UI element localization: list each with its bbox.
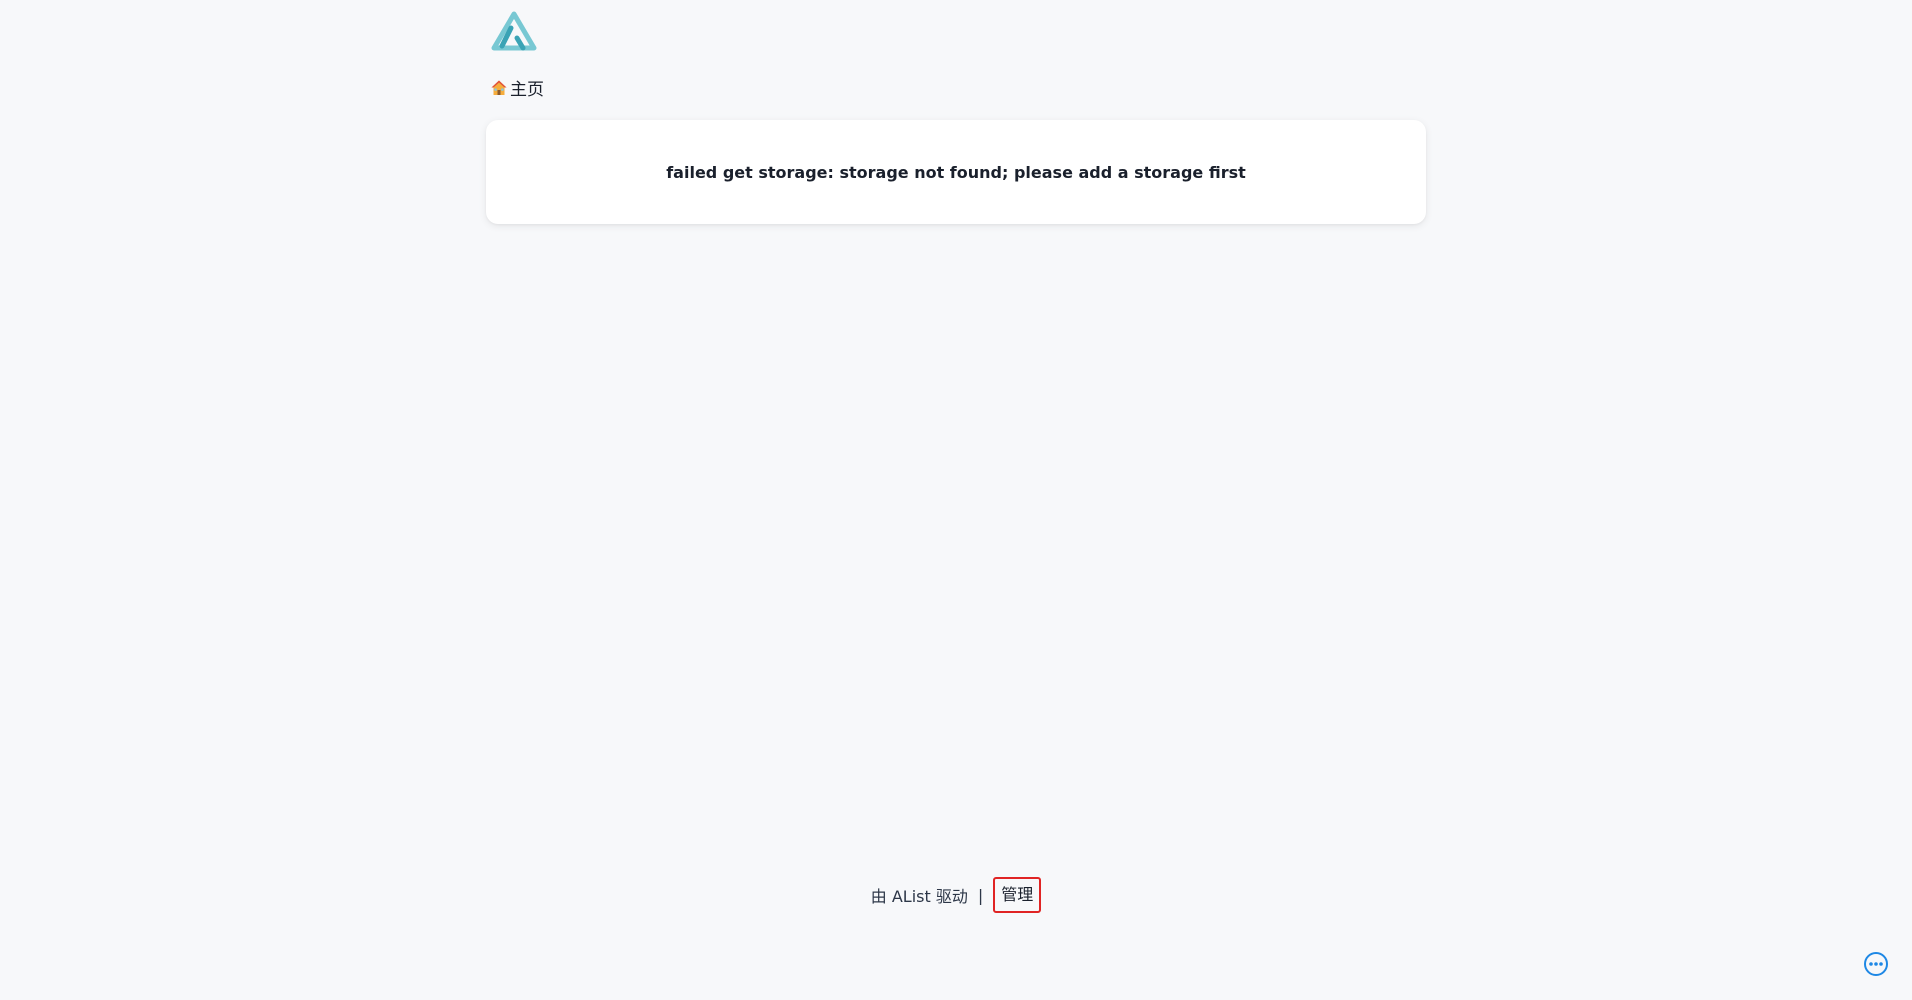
- page: 主页 failed get storage: storage not found…: [0, 0, 1912, 1000]
- ellipsis-circle-icon[interactable]: [1863, 951, 1889, 977]
- header: [486, 8, 1426, 56]
- error-card: failed get storage: storage not found; p…: [486, 120, 1426, 224]
- house-icon: [491, 80, 507, 95]
- footer-separator: |: [977, 885, 984, 905]
- breadcrumb-home-label: 主页: [510, 80, 544, 100]
- powered-by-link[interactable]: 由 AList 驱动: [871, 883, 968, 907]
- error-message: failed get storage: storage not found; p…: [666, 162, 1246, 182]
- logo-icon[interactable]: [486, 8, 542, 56]
- manage-link[interactable]: 管理: [993, 877, 1042, 913]
- footer: 由 AList 驱动 | 管理: [0, 877, 1912, 913]
- breadcrumb-home[interactable]: 主页: [490, 75, 544, 100]
